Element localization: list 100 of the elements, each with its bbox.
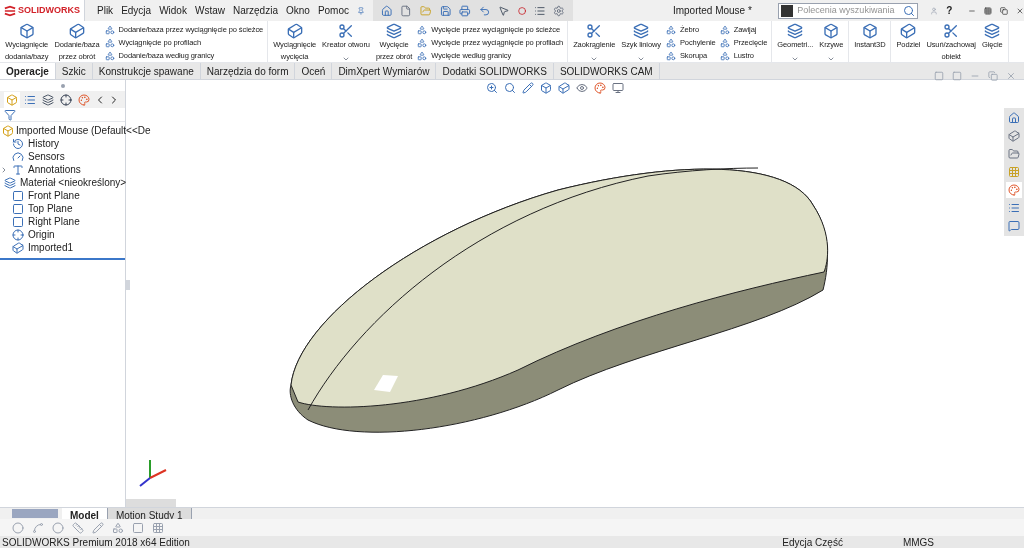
- sketch-tool-icon[interactable]: [72, 521, 84, 534]
- ribbon-tab[interactable]: Oceń: [295, 63, 333, 79]
- home-icon: [1006, 110, 1022, 126]
- ribbon-tab[interactable]: Dodatki SOLIDWORKS: [436, 63, 554, 79]
- search-icon: [903, 4, 916, 17]
- view-palette-icon: [1006, 164, 1022, 180]
- tree-item[interactable]: Imported1: [28, 241, 74, 254]
- sketch-tool-icon[interactable]: [32, 521, 44, 534]
- feature-icon: [719, 37, 730, 48]
- feature-icon: [861, 23, 878, 39]
- ribbon-tab[interactable]: Konstrukcje spawane: [92, 63, 201, 79]
- tree-item[interactable]: Right Plane: [28, 215, 80, 228]
- feature-icon: [68, 23, 85, 39]
- axis-triad-icon: [139, 459, 167, 487]
- menu-item[interactable]: Plik: [97, 3, 114, 18]
- tree-item[interactable]: History: [28, 137, 60, 150]
- appearance-icon: [76, 91, 92, 108]
- menu-item[interactable]: Pomoc: [317, 3, 349, 18]
- appearance-icon: [1006, 182, 1022, 198]
- ribbon-tab[interactable]: Szkic: [55, 63, 93, 79]
- restore-icon: [1000, 4, 1009, 17]
- tree-item[interactable]: Top Plane: [28, 202, 73, 215]
- close-icon: [1006, 71, 1016, 81]
- file-explorer-icon: [1006, 146, 1022, 162]
- tree-item[interactable]: Imported Mouse (Default<<De: [16, 124, 151, 137]
- feature-icon: [104, 50, 115, 61]
- undo-icon: [478, 3, 491, 18]
- caret-icon: [827, 55, 836, 63]
- feature-icon: [719, 24, 730, 35]
- sensors-icon: [12, 150, 24, 163]
- print-icon: [459, 3, 471, 18]
- forum-icon: [1006, 218, 1022, 234]
- history-icon: [12, 137, 24, 150]
- feature-icon: [665, 50, 676, 61]
- feature-icon: [787, 23, 804, 39]
- plane-icon: [12, 215, 24, 228]
- drag-handle-icon[interactable]: [60, 83, 65, 88]
- feature-icon: [900, 23, 917, 39]
- monitor-icon: [612, 82, 624, 94]
- search-field[interactable]: Polecenia wyszukiwania: [778, 2, 919, 19]
- window-title: Imported Mouse *: [672, 4, 753, 18]
- sketch-tool-icon[interactable]: [152, 521, 164, 534]
- material-icon: [4, 176, 16, 189]
- plane-icon: [12, 189, 24, 202]
- new-document-icon: [400, 3, 412, 18]
- pin-icon[interactable]: [357, 4, 365, 17]
- sketch-tool-icon[interactable]: [52, 521, 64, 534]
- ribbon-tab[interactable]: SOLIDWORKS CAM: [553, 63, 660, 79]
- view-orientation-icon: [558, 82, 570, 94]
- zoom-icon: [486, 82, 498, 94]
- sketch-tool-icon[interactable]: [12, 521, 24, 534]
- caret-icon: [637, 55, 646, 63]
- feature-icon: [104, 24, 115, 35]
- feature-icon: [823, 23, 840, 39]
- home-icon: [380, 3, 393, 18]
- collapse-handle[interactable]: [126, 280, 130, 290]
- help-button[interactable]: ?: [946, 3, 953, 18]
- feature-icon: [586, 23, 603, 39]
- feature-icon: [665, 37, 676, 48]
- tree-item[interactable]: Annotations: [28, 163, 81, 176]
- units-text[interactable]: MMGS: [902, 534, 934, 548]
- feature-icon: [417, 50, 428, 61]
- ribbon-tab[interactable]: DimXpert Wymiarów: [332, 63, 437, 79]
- zoom-area-icon: [504, 82, 516, 94]
- feature-icon: [633, 23, 650, 39]
- tree-item[interactable]: Origin: [28, 228, 55, 241]
- menu-item[interactable]: Okno: [285, 3, 310, 18]
- menu-item[interactable]: Widok: [159, 3, 187, 18]
- ribbon-tab[interactable]: Narzędzia do form: [200, 63, 296, 79]
- caret-icon: [791, 55, 800, 63]
- feature-icon: [417, 37, 428, 48]
- feature-icon: [104, 37, 115, 48]
- status-text: Edycja Część: [782, 535, 843, 548]
- app-logo: SOLIDWORKS: [0, 0, 85, 21]
- feature-icon: [386, 23, 403, 39]
- origin-icon: [12, 228, 24, 241]
- sketch-tool-icon[interactable]: [112, 521, 124, 534]
- tree-item[interactable]: Materiał <nieokreślony>: [20, 176, 127, 189]
- logo-mark-icon: [4, 4, 16, 17]
- feature-icon: [719, 50, 730, 61]
- sketch-tool-icon[interactable]: [92, 521, 104, 534]
- appearance-icon: [594, 82, 606, 94]
- menu-item[interactable]: Narzędzia: [232, 3, 278, 18]
- crosshair-icon: [58, 91, 74, 108]
- feature-icon: [984, 23, 1001, 39]
- plane-icon: [12, 202, 24, 215]
- feature-icon: [417, 24, 428, 35]
- feature-icon: [943, 23, 960, 39]
- menu-item[interactable]: Wstaw: [194, 3, 225, 18]
- sketch-tool-icon[interactable]: [132, 521, 144, 534]
- scrollbar[interactable]: [126, 499, 176, 507]
- feature-manager-icon: [4, 91, 20, 108]
- feature-icon: [18, 23, 35, 39]
- design-library-icon: [1006, 128, 1022, 144]
- tree-item[interactable]: Front Plane: [28, 189, 80, 202]
- menu-item[interactable]: Edycja: [121, 3, 152, 18]
- ribbon-tab[interactable]: Operacje: [0, 63, 56, 79]
- body-icon: [12, 241, 24, 254]
- tree-item[interactable]: Sensors: [28, 150, 65, 163]
- annotations-icon: [12, 163, 24, 176]
